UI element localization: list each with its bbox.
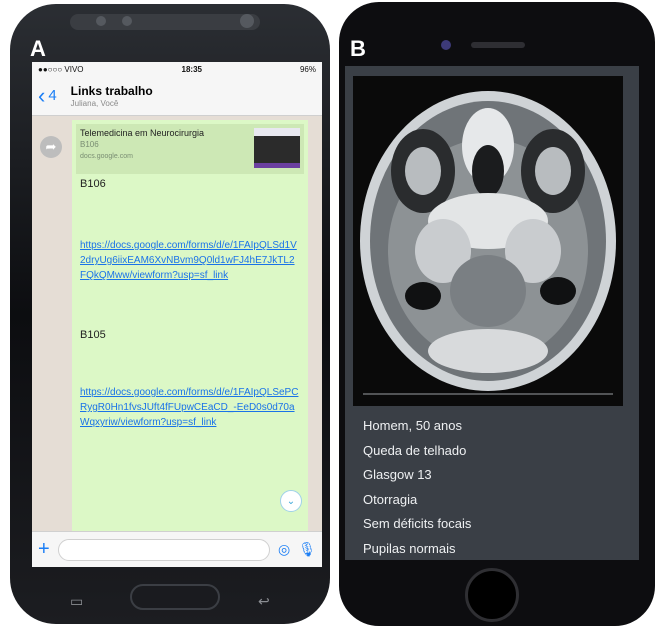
chat-title: Links trabalho — [70, 83, 153, 98]
message-label: B106 — [80, 178, 106, 190]
case-line: Sem déficits focais — [363, 516, 472, 531]
home-button[interactable] — [130, 584, 220, 610]
home-button[interactable] — [465, 568, 519, 622]
message-bubble[interactable]: Telemedicina em Neurocirurgia B106 docs.… — [72, 120, 308, 535]
link-preview[interactable]: Telemedicina em Neurocirurgia B106 docs.… — [76, 124, 304, 174]
chat-participants: Juliana, Você — [70, 98, 119, 108]
form-link[interactable]: https://docs.google.com/forms/d/e/1FAIpQ… — [80, 238, 300, 283]
case-summary: Homem, 50 anos Queda de telhado Glasgow … — [363, 414, 471, 560]
ct-scan-image — [353, 76, 623, 406]
panel-label-b: B — [350, 36, 366, 61]
front-camera-icon — [240, 14, 254, 28]
case-line: Homem, 50 anos — [363, 418, 462, 433]
scroll-down-button[interactable]: ⌄ — [280, 490, 302, 512]
chat-title-area[interactable]: Links trabalho Juliana, Você — [71, 84, 153, 108]
ct-screen: Homem, 50 anos Queda de telhado Glasgow … — [345, 66, 639, 560]
preview-text: Telemedicina em Neurocirurgia B106 docs.… — [80, 128, 254, 170]
front-camera-icon — [441, 40, 451, 50]
android-phone: ●●○○○ VIVO 18:35 96% ‹ 4 Links trabalho … — [10, 4, 330, 624]
panel-label-a: A — [30, 36, 46, 61]
figure: ●●○○○ VIVO 18:35 96% ‹ 4 Links trabalho … — [0, 0, 659, 628]
preview-thumbnail — [254, 128, 300, 168]
form-link[interactable]: https://docs.google.com/forms/d/e/1FAIpQ… — [80, 385, 300, 430]
chat-header: ‹ 4 Links trabalho Juliana, Você — [32, 76, 322, 116]
status-bar: ●●○○○ VIVO 18:35 96% — [32, 62, 322, 76]
back-key-icon[interactable]: ↩ — [258, 593, 270, 610]
iphone: Homem, 50 anos Queda de telhado Glasgow … — [339, 2, 655, 626]
camera-icon[interactable]: ◎ — [278, 541, 290, 558]
phone-speaker — [471, 42, 525, 48]
input-bar: + ◎ 🎙 — [32, 531, 322, 567]
whatsapp-screen: ●●○○○ VIVO 18:35 96% ‹ 4 Links trabalho … — [32, 62, 322, 567]
plus-icon[interactable]: + — [38, 538, 50, 561]
case-line: Otorragia — [363, 491, 418, 507]
case-line: Glasgow 13 — [363, 467, 432, 482]
preview-title: Telemedicina em Neurocirurgia — [80, 128, 205, 138]
case-line: Queda de telhado — [363, 442, 467, 458]
battery-label: 96% — [299, 64, 316, 74]
sensor-icon — [122, 16, 132, 26]
sensor-icon — [96, 16, 106, 26]
case-line: Pupilas normais — [363, 540, 456, 556]
clock: 18:35 — [181, 64, 202, 74]
carrier-label: ●●○○○ VIVO — [38, 64, 84, 74]
recent-apps-icon[interactable]: ▭ — [70, 593, 83, 610]
microphone-icon[interactable]: 🎙 — [298, 541, 316, 558]
message-input[interactable] — [57, 538, 270, 561]
preview-domain: docs.google.com — [80, 153, 133, 160]
chevron-left-icon: ‹ — [38, 82, 46, 108]
unread-count: 4 — [48, 87, 57, 104]
share-icon[interactable]: ➦ — [40, 136, 62, 158]
preview-subtitle: B106 — [80, 140, 99, 149]
chat-area[interactable]: ➦ Telemedicina em Neurocirurgia B106 doc… — [32, 116, 322, 535]
back-button[interactable]: ‹ 4 — [38, 82, 57, 108]
message-label: B105 — [80, 329, 106, 341]
